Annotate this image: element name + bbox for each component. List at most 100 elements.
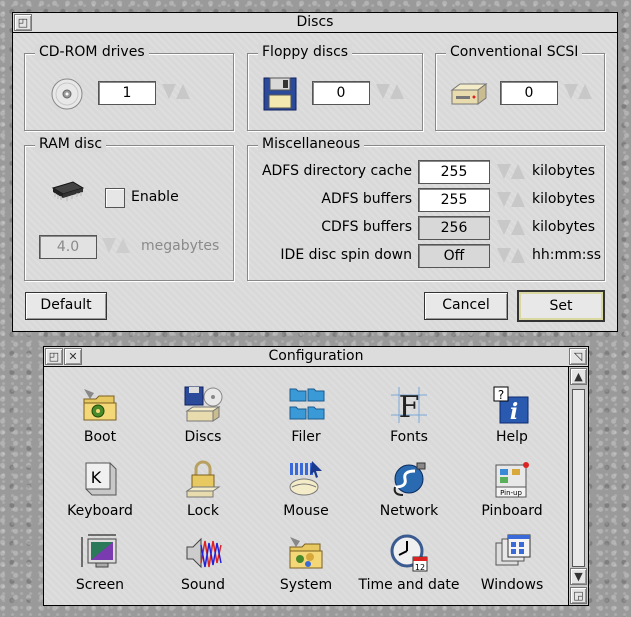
config-item-pinboard[interactable]: Pin-up Pinboard — [462, 455, 562, 529]
decrement-icon[interactable] — [497, 164, 511, 179]
config-item-system[interactable]: System — [256, 529, 356, 603]
increment-icon[interactable] — [176, 84, 190, 99]
increment-icon[interactable] — [578, 84, 592, 99]
mouse-icon — [289, 461, 322, 496]
scrollbar-thumb[interactable] — [572, 389, 585, 567]
scsi-count-field[interactable]: 0 — [500, 81, 558, 105]
config-item-label: Keyboard — [67, 503, 133, 519]
keyboard-icon: K — [85, 462, 117, 496]
svg-text:K: K — [91, 468, 102, 487]
adfs-dir-cache-label: ADFS directory cache — [261, 163, 412, 179]
discs-titlebar[interactable]: ◰ Discs — [13, 13, 617, 33]
config-item-label: Sound — [180, 577, 226, 593]
misc-group: Miscellaneous ADFS directory cache 255 k… — [247, 136, 605, 281]
adfs-buffers-stepper[interactable] — [496, 189, 526, 211]
config-item-keyboard[interactable]: K Keyboard — [50, 455, 150, 529]
ram-group-label: RAM disc — [35, 136, 107, 152]
increment-icon[interactable] — [511, 220, 525, 235]
config-titlebar[interactable]: ◰ ✕ Configuration ◹ — [44, 347, 588, 367]
config-item-label: Discs — [184, 429, 222, 445]
config-item-network[interactable]: Network — [359, 455, 459, 529]
floppy-stepper[interactable] — [375, 81, 405, 103]
ram-size-stepper — [101, 235, 131, 257]
decrement-icon[interactable] — [162, 84, 176, 99]
set-button[interactable]: Set — [517, 290, 605, 322]
misc-group-label: Miscellaneous — [258, 136, 365, 152]
config-item-label: Boot — [83, 429, 117, 445]
discs-icon — [184, 386, 223, 422]
config-item-help[interactable]: i ? Help — [462, 381, 562, 455]
config-item-lock[interactable]: Lock — [153, 455, 253, 529]
scsi-group-label: Conventional SCSI — [446, 44, 583, 60]
svg-text:Pin-up: Pin-up — [500, 489, 522, 497]
increment-icon[interactable] — [511, 164, 525, 179]
system-icon — [289, 537, 323, 569]
ram-size-field: 4.0 — [39, 235, 97, 259]
cdfs-buffers-field[interactable]: 256 — [418, 216, 490, 240]
lock-icon — [185, 460, 221, 498]
help-icon: i ? — [493, 386, 529, 425]
increment-icon[interactable] — [511, 192, 525, 207]
config-item-sound[interactable]: Sound — [153, 529, 253, 603]
decrement-icon[interactable] — [497, 220, 511, 235]
ide-spin-down-label: IDE disc spin down — [280, 247, 412, 263]
default-button[interactable]: Default — [25, 292, 107, 320]
config-item-filer[interactable]: Filer — [256, 381, 356, 455]
config-item-label: Screen — [75, 577, 125, 593]
ram-enable-label: Enable — [131, 189, 179, 205]
clock-icon: 12 — [390, 534, 428, 572]
adfs-dir-cache-field[interactable]: 255 — [418, 160, 490, 184]
config-item-fonts[interactable]: F Fonts — [359, 381, 459, 455]
vertical-scrollbar[interactable]: ▲ ▼ ◲ — [568, 367, 588, 605]
config-item-time-date[interactable]: 12 Time and date — [358, 529, 460, 603]
cdrom-group-label: CD-ROM drives — [35, 44, 149, 60]
ram-enable-checkbox[interactable] — [105, 188, 125, 208]
scsi-group: Conventional SCSI 0 — [435, 44, 605, 131]
scsi-stepper[interactable] — [563, 81, 593, 103]
decrement-icon[interactable] — [497, 192, 511, 207]
floppy-group-label: Floppy discs — [258, 44, 353, 60]
cdfs-buffers-stepper[interactable] — [496, 217, 526, 239]
config-item-label: Mouse — [283, 503, 329, 519]
floppy-count-field[interactable]: 0 — [312, 81, 370, 105]
cdrom-count-field[interactable]: 1 — [98, 81, 156, 105]
config-item-screen[interactable]: Screen — [50, 529, 150, 603]
ide-spin-down-field[interactable]: Off — [418, 244, 490, 268]
discs-body: CD-ROM drives 1 Floppy discs 0 Conventio… — [13, 33, 617, 331]
ide-spin-down-stepper[interactable] — [496, 245, 526, 267]
svg-text:i: i — [510, 399, 518, 425]
cdfs-buffers-unit: kilobytes — [532, 219, 596, 235]
scroll-up-button[interactable]: ▲ — [570, 368, 587, 385]
increment-icon[interactable] — [390, 84, 404, 99]
ram-size-unit: megabytes — [141, 238, 220, 254]
cdrom-group: CD-ROM drives 1 — [24, 44, 234, 131]
decrement-icon[interactable] — [497, 248, 511, 263]
config-item-boot[interactable]: Boot — [50, 381, 150, 455]
config-item-label: Help — [496, 429, 528, 445]
config-item-discs[interactable]: Discs — [153, 381, 253, 455]
decrement-icon[interactable] — [564, 84, 578, 99]
svg-text:12: 12 — [415, 563, 425, 572]
floppy-icon — [263, 77, 297, 111]
cdrom-stepper[interactable] — [161, 81, 191, 103]
ram-group: RAM disc Enable 4.0 megabytes — [24, 136, 234, 281]
adfs-buffers-unit: kilobytes — [532, 191, 596, 207]
windows-icon — [495, 534, 531, 566]
increment-icon[interactable] — [511, 248, 525, 263]
fonts-icon: F — [391, 387, 427, 425]
scroll-down-button[interactable]: ▼ — [570, 568, 587, 585]
config-item-windows[interactable]: Windows — [462, 529, 562, 603]
scsi-drive-icon — [450, 83, 488, 105]
config-item-label: Lock — [187, 503, 219, 519]
adfs-dir-cache-stepper[interactable] — [496, 161, 526, 183]
config-item-mouse[interactable]: Mouse — [256, 455, 356, 529]
sound-icon — [186, 537, 222, 569]
cdrom-icon — [51, 78, 83, 110]
screen-icon — [81, 534, 117, 568]
toggle-size-button[interactable]: ◹ — [569, 348, 587, 365]
adfs-buffers-field[interactable]: 255 — [418, 188, 490, 212]
decrement-icon[interactable] — [376, 84, 390, 99]
boot-icon — [83, 389, 117, 421]
resize-handle[interactable]: ◲ — [570, 587, 587, 604]
cancel-button[interactable]: Cancel — [424, 292, 508, 320]
